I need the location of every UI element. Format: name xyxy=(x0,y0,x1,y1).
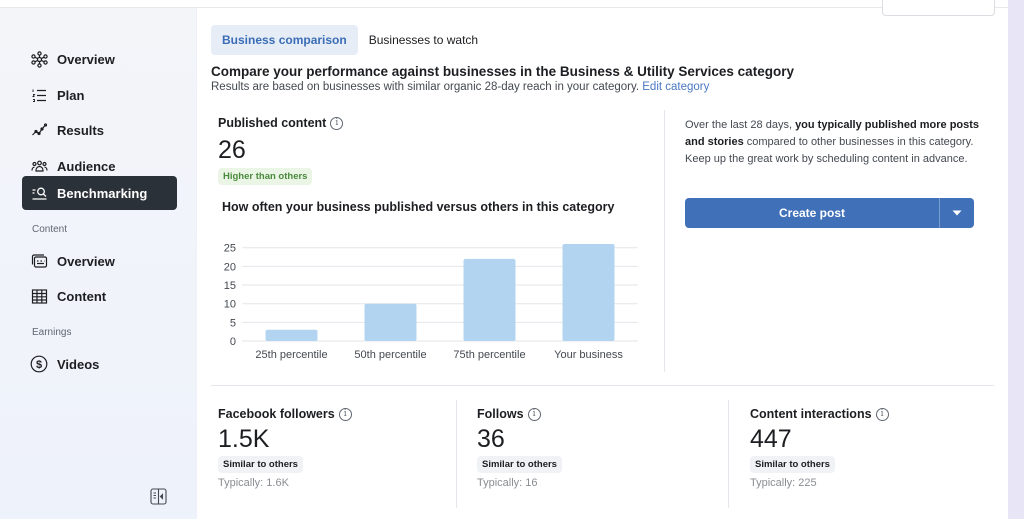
published-content-metric: Published content i 26 Higher than other… xyxy=(218,116,344,185)
caret-down-icon[interactable] xyxy=(940,198,974,228)
edit-category-link[interactable]: Edit category xyxy=(642,81,709,93)
metric-value: 447 xyxy=(750,425,792,453)
metric-label: Content interactions i xyxy=(750,407,889,421)
table-icon xyxy=(30,287,48,305)
metric-value: 36 xyxy=(477,425,505,453)
stat-content-interactions: Content interactions i 447 Similar to ot… xyxy=(750,407,889,489)
dollar-icon: $ xyxy=(30,355,48,373)
create-post-button[interactable]: Create post xyxy=(685,198,940,228)
create-post-split-button: Create post xyxy=(685,198,974,228)
section-label-earnings: Earnings xyxy=(32,327,72,338)
collapse-sidebar-icon[interactable] xyxy=(150,488,167,505)
stat-divider xyxy=(728,400,729,508)
info-icon[interactable]: i xyxy=(527,407,541,421)
sidebar-item-content[interactable]: Content xyxy=(22,279,177,313)
comparison-badge: Higher than others xyxy=(218,168,313,185)
bar xyxy=(364,303,417,341)
metric-label: Published content i xyxy=(218,116,344,130)
sidebar-item-label: Overview xyxy=(57,51,115,67)
sidebar-item-label: Results xyxy=(57,122,104,138)
metric-value: 1.5K xyxy=(218,425,270,453)
sidebar-item-label: Overview xyxy=(57,253,115,269)
svg-text:$: $ xyxy=(36,359,42,371)
sidebar-item-label: Content xyxy=(57,288,107,304)
tab-businesses-to-watch[interactable]: Businesses to watch xyxy=(358,25,489,55)
stat-divider xyxy=(456,400,457,508)
y-tick-label: 10 xyxy=(224,299,236,311)
bar xyxy=(562,244,615,341)
people-icon xyxy=(30,157,48,175)
sidebar-item-label: Videos xyxy=(57,356,100,372)
sidebar-item-label: Benchmarking xyxy=(57,185,148,201)
tab-bar: Business comparison Businesses to watch xyxy=(211,25,489,55)
comparison-badge: Similar to others xyxy=(477,456,562,473)
y-tick-label: 15 xyxy=(224,280,236,292)
right-edge xyxy=(1008,0,1024,519)
typical-value: Typically: 1.6K xyxy=(218,477,289,489)
metric-value: 26 xyxy=(218,136,246,164)
info-icon[interactable]: i xyxy=(330,116,344,130)
subheading-text: Results are based on businesses with sim… xyxy=(211,81,640,93)
y-tick-label: 25 xyxy=(224,243,236,255)
top-bar xyxy=(0,0,1024,8)
insight-text: Over the last 28 days, you typically pub… xyxy=(685,119,980,165)
comparison-badge: Similar to others xyxy=(218,456,303,473)
section-label-content: Content xyxy=(32,224,68,235)
typical-value: Typically: 225 xyxy=(750,477,817,489)
section-subheading: Results are based on businesses with sim… xyxy=(211,81,709,93)
numbered-list-icon xyxy=(30,86,48,104)
sidebar: Overview Plan Results Audience Benchmark… xyxy=(0,8,196,519)
x-tick-label: 25th percentile xyxy=(255,349,327,361)
metric-label: Follows i xyxy=(477,407,562,421)
y-tick-label: 5 xyxy=(230,317,236,329)
sidebar-item-label: Audience xyxy=(57,158,116,174)
published-content-bar-chart: 0 5 10 15 20 25 25th percentile 50th percentile… xyxy=(224,243,638,361)
content-overview-icon xyxy=(30,252,48,270)
info-icon[interactable]: i xyxy=(338,407,352,421)
network-icon xyxy=(30,50,48,68)
y-tick-label: 20 xyxy=(224,261,236,273)
sidebar-item-content-overview[interactable]: Overview xyxy=(22,244,177,278)
sidebar-item-benchmarking[interactable]: Benchmarking xyxy=(22,176,177,210)
tab-business-comparison[interactable]: Business comparison xyxy=(211,25,358,55)
vertical-divider xyxy=(664,110,665,372)
stat-facebook-followers: Facebook followers i 1.5K Similar to oth… xyxy=(218,407,352,489)
bar xyxy=(265,329,318,341)
x-tick-label: 75th percentile xyxy=(453,349,525,361)
sidebar-item-plan[interactable]: Plan xyxy=(22,78,177,112)
comparison-badge: Similar to others xyxy=(750,456,835,473)
x-tick-label: 50th percentile xyxy=(354,349,426,361)
y-tick-label: 0 xyxy=(230,336,236,348)
trend-line-icon xyxy=(30,121,48,139)
bar xyxy=(463,258,516,341)
x-tick-label: Your business xyxy=(554,349,623,361)
typical-value: Typically: 16 xyxy=(477,477,538,489)
stat-follows: Follows i 36 Similar to others Typically… xyxy=(477,407,562,489)
section-heading: Compare your performance against busines… xyxy=(211,64,794,79)
horizontal-divider xyxy=(211,385,994,386)
sidebar-item-label: Plan xyxy=(57,87,85,103)
info-icon[interactable]: i xyxy=(875,407,889,421)
metric-label: Facebook followers i xyxy=(218,407,352,421)
benchmark-search-icon xyxy=(30,184,48,202)
date-range-dropdown[interactable] xyxy=(882,0,995,16)
sidebar-item-overview[interactable]: Overview xyxy=(22,42,177,76)
sidebar-item-videos[interactable]: $ Videos xyxy=(22,347,177,381)
chart-title: How often your business published versus… xyxy=(222,200,615,214)
sidebar-item-results[interactable]: Results xyxy=(22,113,177,147)
